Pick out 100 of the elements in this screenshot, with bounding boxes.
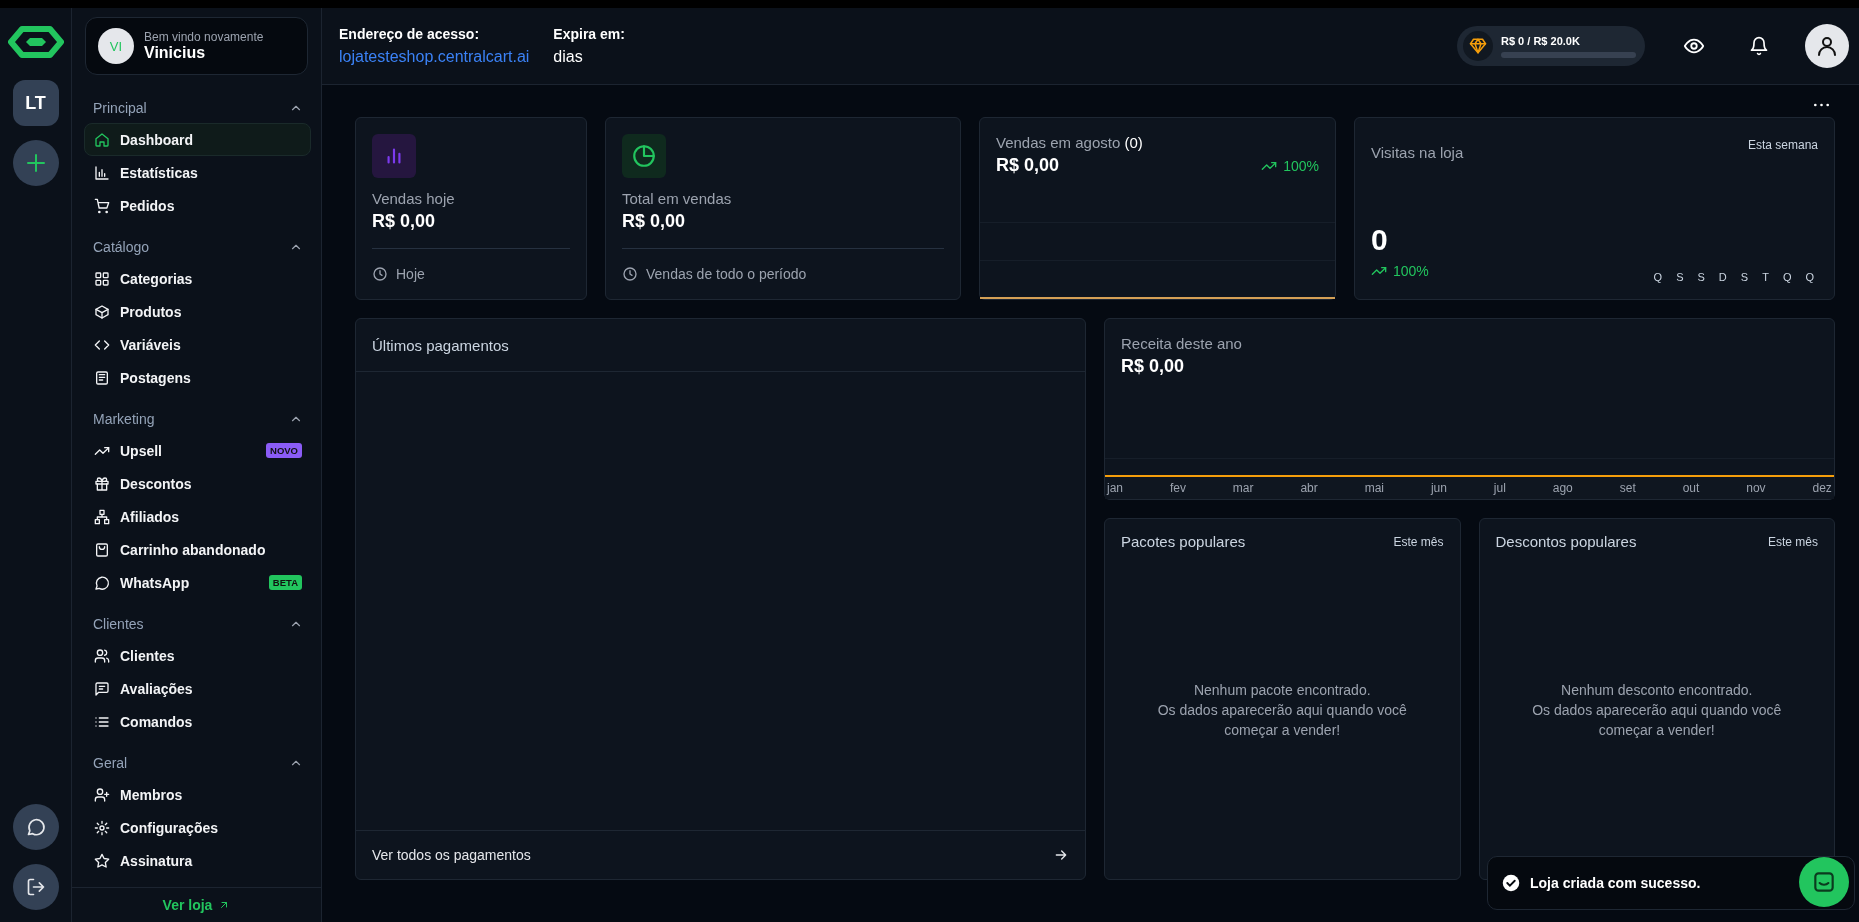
add-button[interactable]	[12, 140, 59, 186]
empty-hint: Os dados aparecerão aqui quando você começar a vender!	[1531, 701, 1783, 740]
network-icon	[94, 508, 110, 525]
clock-icon	[372, 266, 388, 282]
sidebar-item[interactable]: Assinatura	[84, 844, 311, 877]
stat-label: Vendas hoje	[372, 190, 456, 207]
status-badge: BETA	[268, 575, 302, 590]
check-circle-icon	[1502, 874, 1520, 892]
trend-value: 100%	[1371, 263, 1429, 279]
users-icon	[94, 647, 110, 664]
newspaper-icon	[94, 369, 110, 386]
sidebar-item[interactable]: Descontos	[84, 467, 311, 500]
logout-icon	[25, 877, 46, 897]
month-label: jan	[1107, 481, 1123, 495]
store-url-link[interactable]: lojatesteshop.centralcart.ai	[339, 48, 530, 65]
sales-goal-pill[interactable]: R$ 0 / R$ 20.0K	[1457, 26, 1645, 66]
goal-text: R$ 0 / R$ 20.0K	[1501, 34, 1581, 47]
stat-value: 0	[1371, 223, 1389, 257]
expiry-label: Expira em:	[553, 26, 625, 42]
period-filter[interactable]: Esta semana	[1747, 138, 1818, 152]
panel-title: Últimos pagamentos	[372, 336, 509, 354]
user-icon	[1815, 34, 1839, 58]
sidebar-item[interactable]: Configurações	[84, 811, 311, 844]
sidebar-item[interactable]: Afiliados	[84, 500, 311, 533]
sidebar-item[interactable]: Produtos	[84, 295, 311, 328]
weekday-label: S	[1676, 271, 1684, 283]
empty-hint: Os dados aparecerão aqui quando você começar a vender!	[1156, 701, 1408, 740]
workspace-avatar[interactable]: LT	[12, 80, 59, 126]
toast-message: Loja criada com sucesso.	[1530, 875, 1701, 891]
greeting-text: Bem vindo novamente	[144, 30, 264, 44]
month-label: abr	[1300, 481, 1318, 495]
star-icon	[94, 852, 110, 869]
pie-chart-icon	[631, 143, 657, 169]
month-label: jul	[1493, 481, 1506, 495]
profile-avatar[interactable]	[1805, 24, 1849, 68]
view-store-link[interactable]: Ver loja	[162, 897, 231, 913]
section-title: Marketing	[93, 411, 155, 427]
month-label: ago	[1552, 481, 1573, 495]
settings-icon	[94, 819, 110, 836]
month-label: out	[1682, 481, 1700, 495]
sidebar-item[interactable]: Membros	[84, 778, 311, 811]
empty-title: Nenhum pacote encontrado.	[1192, 681, 1372, 700]
month-label: mar	[1232, 481, 1254, 495]
sidebar-item[interactable]: Categorias	[84, 262, 311, 295]
stat-label: Visitas na loja	[1371, 144, 1464, 161]
trend-value: 100%	[1261, 158, 1319, 174]
bar-chart-icon	[94, 164, 110, 181]
chat-button[interactable]	[12, 804, 59, 850]
section-title: Clientes	[93, 616, 144, 632]
panel-title: Receita deste ano	[1121, 335, 1243, 352]
view-all-payments-link[interactable]: Ver todos os pagamentos	[356, 830, 1085, 879]
revenue-value: R$ 0,00	[1121, 356, 1186, 377]
grid-icon	[94, 270, 110, 287]
sidebar-item[interactable]: Dashboard	[84, 123, 311, 156]
sidebar-item[interactable]: Postagens	[84, 361, 311, 394]
diamond-icon	[1469, 37, 1487, 55]
status-badge: NOVO	[266, 443, 302, 458]
bag-icon	[94, 541, 110, 558]
sidebar-item[interactable]: Upsell NOVO	[84, 434, 311, 467]
welcome-card[interactable]: VI Bem vindo novamente Vinicius	[85, 17, 308, 75]
chat-icon	[1811, 869, 1837, 895]
section-title: Principal	[93, 100, 147, 116]
weekday-label: D	[1718, 271, 1727, 283]
month-label: jun	[1430, 481, 1447, 495]
sidebar-item[interactable]: Estatísticas	[84, 156, 311, 189]
weekday-label: Q	[1805, 271, 1814, 283]
expiry-value: dias	[553, 48, 584, 66]
bell-icon	[1749, 36, 1769, 56]
month-label: dez	[1812, 481, 1832, 495]
sidebar-item[interactable]: Variáveis	[84, 328, 311, 361]
period-filter[interactable]: Este mês	[1393, 534, 1444, 549]
section-title: Catálogo	[93, 239, 150, 255]
chat-bubble-icon	[94, 574, 110, 591]
period-filter[interactable]: Este mês	[1768, 534, 1818, 549]
panel-title: Pacotes populares	[1121, 533, 1246, 550]
weekday-label: S	[1740, 271, 1749, 283]
clock-icon	[622, 266, 638, 282]
month-label: fev	[1169, 481, 1186, 495]
logout-button[interactable]	[12, 864, 59, 910]
weekday-label: S	[1697, 271, 1705, 283]
stat-value: R$ 0,00	[996, 155, 1061, 176]
sidebar-item[interactable]: Pedidos	[84, 189, 311, 222]
weekday-label: Q	[1653, 271, 1663, 283]
logo-icon[interactable]	[7, 26, 64, 58]
sidebar-item[interactable]: WhatsApp BETA	[84, 566, 311, 599]
sidebar-item[interactable]: Clientes	[84, 639, 311, 672]
user-plus-icon	[94, 786, 110, 803]
stat-label: Total em vendas	[622, 190, 733, 207]
section-title: Geral	[93, 755, 128, 771]
user-avatar: VI	[98, 28, 134, 64]
sidebar-item[interactable]: Avaliações	[84, 672, 311, 705]
stat-label: Vendas em agosto (0)	[996, 134, 1143, 151]
message-icon	[94, 680, 110, 697]
access-label: Endereço de acesso:	[339, 26, 481, 42]
stat-value: R$ 0,00	[622, 211, 687, 232]
stat-period: Hoje	[396, 266, 425, 282]
sidebar-item[interactable]: Comandos	[84, 705, 311, 738]
sidebar-item[interactable]: Carrinho abandonado	[84, 533, 311, 566]
month-label: mai	[1364, 481, 1384, 495]
box-icon	[94, 303, 110, 320]
